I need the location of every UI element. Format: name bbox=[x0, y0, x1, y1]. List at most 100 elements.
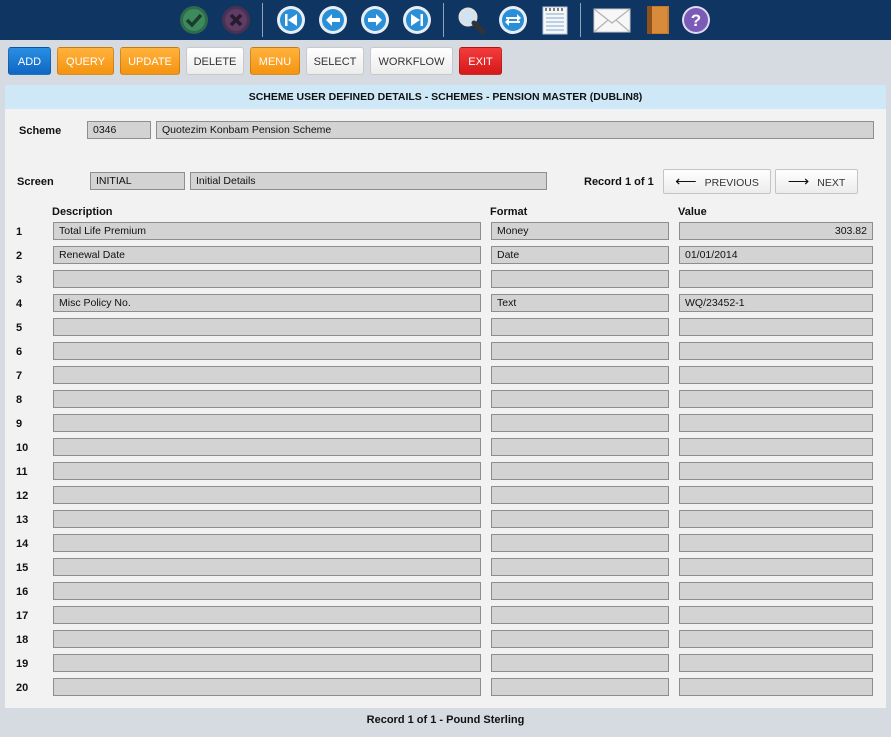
description-field[interactable]: Misc Policy No. bbox=[53, 294, 481, 312]
description-field[interactable] bbox=[53, 270, 481, 288]
description-field[interactable] bbox=[53, 342, 481, 360]
value-field[interactable]: 01/01/2014 bbox=[679, 246, 873, 264]
format-field[interactable]: Money bbox=[491, 222, 669, 240]
format-field[interactable] bbox=[491, 486, 669, 504]
description-field[interactable] bbox=[53, 486, 481, 504]
row-number: 13 bbox=[16, 514, 29, 526]
format-field[interactable] bbox=[491, 654, 669, 672]
format-field[interactable] bbox=[491, 606, 669, 624]
row-number: 4 bbox=[16, 298, 23, 310]
row-number: 15 bbox=[16, 562, 29, 574]
format-field[interactable] bbox=[491, 630, 669, 648]
format-field[interactable] bbox=[491, 318, 669, 336]
value-field[interactable] bbox=[679, 462, 873, 480]
first-record-icon[interactable] bbox=[276, 5, 306, 35]
format-field[interactable] bbox=[491, 438, 669, 456]
select-button[interactable]: SELECT bbox=[306, 47, 364, 75]
cancel-icon[interactable] bbox=[221, 5, 251, 35]
description-field[interactable] bbox=[53, 606, 481, 624]
value-field[interactable] bbox=[679, 534, 873, 552]
format-field[interactable] bbox=[491, 462, 669, 480]
row-number: 10 bbox=[16, 442, 29, 454]
search-icon[interactable] bbox=[456, 5, 486, 35]
format-field[interactable]: Text bbox=[491, 294, 669, 312]
toolbar-separator bbox=[580, 3, 581, 37]
details-panel: SCHEME USER DEFINED DETAILS - SCHEMES - … bbox=[5, 85, 886, 708]
value-field[interactable] bbox=[679, 558, 873, 576]
help-icon[interactable]: ? bbox=[681, 5, 711, 35]
format-field[interactable] bbox=[491, 366, 669, 384]
format-field[interactable] bbox=[491, 582, 669, 600]
previous-record-icon[interactable] bbox=[318, 5, 348, 35]
value-field[interactable] bbox=[679, 438, 873, 456]
previous-button[interactable]: ⟵ PREVIOUS bbox=[663, 169, 771, 194]
confirm-icon[interactable] bbox=[179, 5, 209, 35]
next-label: NEXT bbox=[817, 177, 846, 189]
scheme-name-field[interactable]: Quotezim Konbam Pension Scheme bbox=[156, 121, 874, 139]
workflow-button[interactable]: WORKFLOW bbox=[370, 47, 453, 75]
row-number: 20 bbox=[16, 682, 29, 694]
value-field[interactable] bbox=[679, 654, 873, 672]
format-field[interactable] bbox=[491, 390, 669, 408]
value-field[interactable] bbox=[679, 510, 873, 528]
book-icon[interactable] bbox=[643, 5, 673, 35]
description-field[interactable] bbox=[53, 654, 481, 672]
update-button[interactable]: UPDATE bbox=[120, 47, 180, 75]
description-field[interactable] bbox=[53, 582, 481, 600]
description-field[interactable] bbox=[53, 366, 481, 384]
menu-button[interactable]: MENU bbox=[250, 47, 300, 75]
description-field[interactable] bbox=[53, 630, 481, 648]
format-field[interactable] bbox=[491, 534, 669, 552]
toolbar-separator bbox=[262, 3, 263, 37]
screen-code-field[interactable]: INITIAL bbox=[90, 172, 185, 190]
description-field[interactable] bbox=[53, 318, 481, 336]
delete-button[interactable]: DELETE bbox=[186, 47, 244, 75]
value-field[interactable] bbox=[679, 390, 873, 408]
value-field[interactable] bbox=[679, 582, 873, 600]
next-record-icon[interactable] bbox=[360, 5, 390, 35]
arrow-right-icon: ⟶ bbox=[787, 173, 810, 190]
description-field[interactable] bbox=[53, 414, 481, 432]
value-field[interactable] bbox=[679, 366, 873, 384]
screen-label: Screen bbox=[17, 176, 54, 188]
row-number: 11 bbox=[16, 466, 28, 478]
value-field[interactable]: 303.82 bbox=[679, 222, 873, 240]
value-field[interactable] bbox=[679, 486, 873, 504]
description-field[interactable] bbox=[53, 438, 481, 456]
value-field[interactable] bbox=[679, 678, 873, 696]
exit-button[interactable]: EXIT bbox=[459, 47, 502, 75]
description-field[interactable] bbox=[53, 678, 481, 696]
description-field[interactable] bbox=[53, 462, 481, 480]
next-button[interactable]: ⟶ NEXT bbox=[775, 169, 858, 194]
format-field[interactable] bbox=[491, 270, 669, 288]
description-field[interactable] bbox=[53, 510, 481, 528]
last-record-icon[interactable] bbox=[402, 5, 432, 35]
value-field[interactable] bbox=[679, 270, 873, 288]
format-field[interactable] bbox=[491, 414, 669, 432]
value-field[interactable] bbox=[679, 606, 873, 624]
description-field[interactable] bbox=[53, 558, 481, 576]
description-field[interactable] bbox=[53, 390, 481, 408]
format-field[interactable] bbox=[491, 510, 669, 528]
description-field[interactable]: Renewal Date bbox=[53, 246, 481, 264]
format-field[interactable]: Date bbox=[491, 246, 669, 264]
value-field[interactable] bbox=[679, 414, 873, 432]
mail-icon[interactable] bbox=[593, 5, 631, 35]
format-field[interactable] bbox=[491, 678, 669, 696]
description-field[interactable] bbox=[53, 534, 481, 552]
value-field[interactable]: WQ/23452-1 bbox=[679, 294, 873, 312]
toolbar-separator bbox=[443, 3, 444, 37]
value-field[interactable] bbox=[679, 342, 873, 360]
scheme-code-field[interactable]: 0346 bbox=[87, 121, 151, 139]
value-field[interactable] bbox=[679, 630, 873, 648]
description-field[interactable]: Total Life Premium bbox=[53, 222, 481, 240]
value-field[interactable] bbox=[679, 318, 873, 336]
add-button[interactable]: ADD bbox=[8, 47, 51, 75]
refresh-icon[interactable] bbox=[498, 5, 528, 35]
query-button[interactable]: QUERY bbox=[57, 47, 114, 75]
format-field[interactable] bbox=[491, 342, 669, 360]
screen-name-field[interactable]: Initial Details bbox=[190, 172, 547, 190]
format-field[interactable] bbox=[491, 558, 669, 576]
svg-text:?: ? bbox=[691, 11, 701, 30]
notepad-icon[interactable] bbox=[540, 5, 570, 35]
